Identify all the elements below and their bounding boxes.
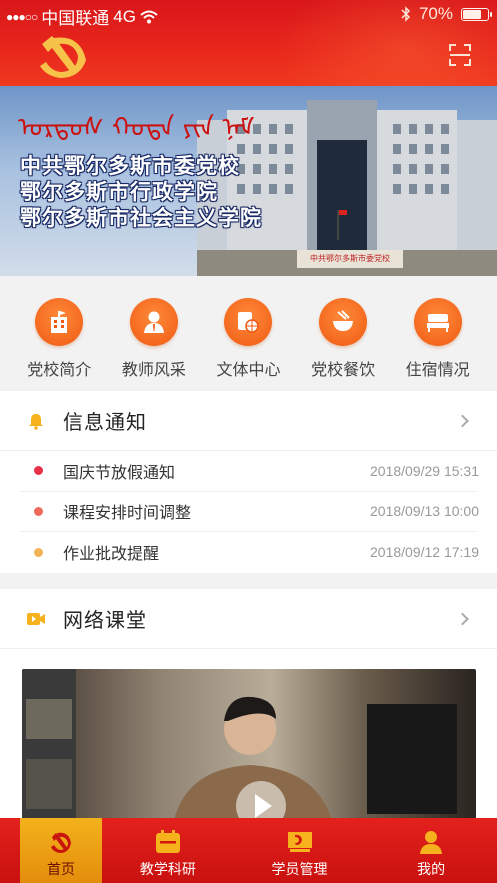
signal-dots-icon: ●●●○○ [6,9,38,24]
notice-dot [34,547,43,557]
app-header: ●●●○○ 中国联通 4G 70% [0,0,497,86]
notice-item[interactable]: 国庆节放假通知 2018/09/29 15:31 [20,451,479,492]
network-label: 4G [113,6,136,26]
quick-item-dining[interactable]: 党校餐饮 [303,276,383,390]
bell-icon [29,413,43,430]
tab-home[interactable]: 首页 [20,818,102,883]
person-icon [420,831,443,854]
notice-item-title: 国庆节放假通知 [63,464,176,482]
notice-item-title: 作业批改提醒 [63,546,160,564]
battery-icon [461,7,492,21]
video-camera-icon [27,612,45,625]
notice-item-date: 2018/09/12 17:19 [370,544,479,561]
notice-item-date: 2018/09/29 15:31 [370,462,479,479]
bottom-tab-bar: 首页 教学科研 学员管理 我的 [0,818,497,883]
school-banner[interactable]: ᠣᠷᠳᠣᠰ ᠬᠣᠲᠠ ᠶᠢᠨ ᠨᠠᠮ 中共鄂尔多斯市委党校 鄂尔多斯市行政学院 … [0,86,497,276]
notice-item-title: 课程安排时间调整 [63,505,192,523]
battery-percent: 70% [418,4,453,23]
notice-item[interactable]: 作业批改提醒 2018/09/12 17:19 [20,532,479,573]
building-sign: 中共鄂尔多斯市委党校 [297,250,403,268]
quick-label: 文体中心 [216,362,281,379]
notice-header[interactable]: 信息通知 [0,391,497,451]
quick-item-intro[interactable]: 党校简介 [19,276,99,390]
notice-dot [34,506,43,516]
online-class-title: 网络课堂 [63,610,147,632]
status-bar: ●●●○○ 中国联通 4G 70% [0,0,497,28]
bed-icon [413,298,462,346]
video-thumbnail[interactable] [22,669,476,829]
tab-students[interactable]: 学员管理 [234,818,366,883]
notice-item[interactable]: 课程安排时间调整 2018/09/13 10:00 [20,492,479,532]
quick-item-sports[interactable]: 文体中心 [208,276,288,390]
hammer-sickle-icon [51,832,71,853]
notice-item-date: 2018/09/13 10:00 [370,503,479,520]
tab-label: 我的 [417,861,446,877]
tab-label: 学员管理 [271,861,328,877]
tab-teaching[interactable]: 教学科研 [102,818,234,883]
quick-label: 住宿情况 [405,362,470,379]
online-class-header[interactable]: 网络课堂 [0,589,497,649]
bluetooth-icon [401,6,411,22]
quick-menu: 党校简介 教师风采 文体中心 党校餐饮 住宿情况 [0,276,497,390]
chevron-right-icon[interactable] [456,612,469,625]
mongolian-script: ᠣᠷᠳᠣᠰ ᠬᠣᠲᠠ ᠶᠢᠨ ᠨᠠᠮ [18,113,255,143]
bowl-icon [319,298,368,346]
online-class-section: 网络课堂 [0,589,497,829]
quick-label: 党校简介 [27,362,92,379]
banner-line-3: 鄂尔多斯市社会主义学院 [20,205,262,230]
scan-icon[interactable] [449,44,471,66]
sports-icon [224,298,273,346]
tab-mine[interactable]: 我的 [365,818,497,883]
tab-label: 首页 [47,861,75,877]
tab-label: 教学科研 [139,861,196,877]
quick-label: 党校餐饮 [311,362,376,379]
party-flag-icon [287,832,312,852]
calendar-icon [155,830,180,853]
hammer-sickle-icon [40,36,86,78]
quick-item-teachers[interactable]: 教师风采 [114,276,194,390]
quick-label: 教师风采 [121,362,186,379]
notice-title: 信息通知 [63,412,147,434]
quick-item-lodging[interactable]: 住宿情况 [398,276,478,390]
building-icon [35,298,84,346]
chevron-right-icon[interactable] [456,414,469,427]
notice-dot [34,466,43,476]
notice-section: 信息通知 国庆节放假通知 2018/09/29 15:31 课程安排时间调整 2… [0,391,497,573]
teacher-icon [129,298,178,346]
wifi-icon [140,10,158,23]
